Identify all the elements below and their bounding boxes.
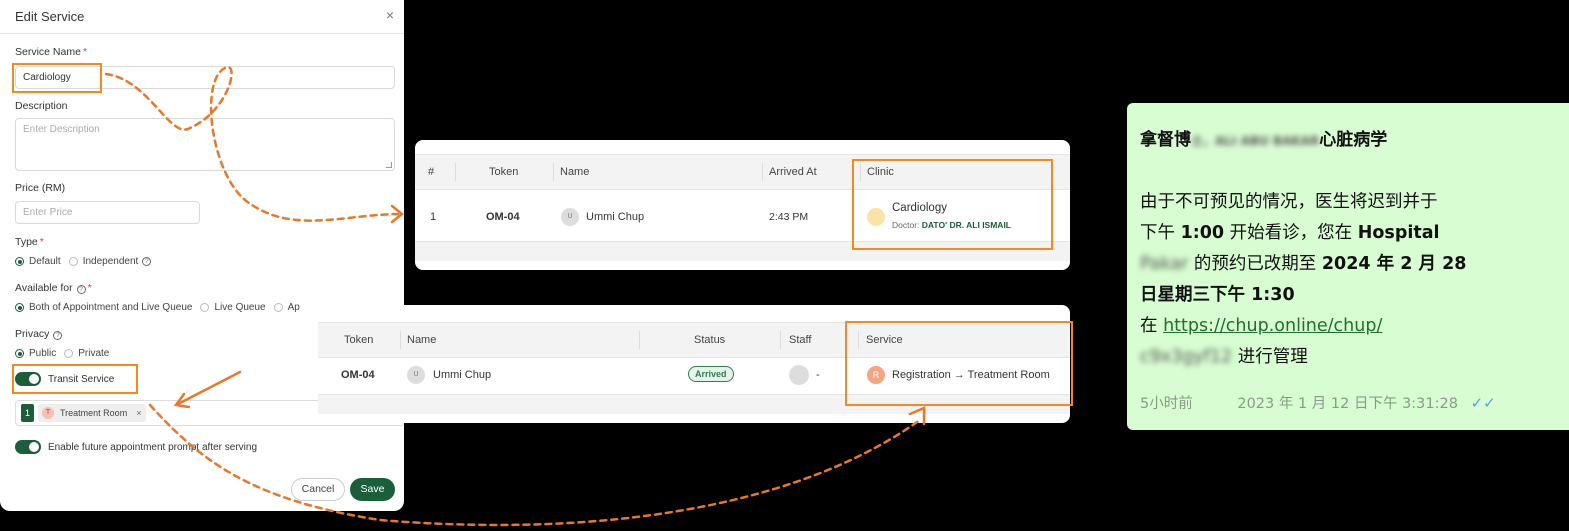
message-title: 拿督博士，ALI ABU BAKAR心脏病学 [1140,130,1388,150]
future-prompt-toggle[interactable] [15,440,41,454]
radio-icon[interactable] [200,303,210,312]
type-option-default[interactable]: Default [15,256,61,267]
available-option-appointment[interactable]: Ap [273,302,300,313]
privacy-label: Privacy? [15,328,63,340]
time-ago: 5小时前 [1140,396,1193,412]
row-arrived-at: 2:43 PM [769,211,809,223]
col-header-name: Name [407,334,437,346]
col-header-token: Token [344,334,374,346]
row-name[interactable]: Ummi Chup [586,211,644,223]
radio-icon[interactable] [64,349,74,358]
close-icon[interactable]: × [386,7,394,23]
privacy-option-public[interactable]: Public [15,348,56,359]
blurred-hospital: Pakar [1140,254,1189,274]
row-name[interactable]: Ummi Chup [433,369,491,381]
available-radio-group: Both of Appointment and Live Queue Live … [15,302,308,313]
management-link[interactable]: https://chup.online/chup/ [1163,316,1382,336]
save-button[interactable]: Save [350,478,395,501]
price-input[interactable]: Enter Price [15,201,200,224]
chip-label: Treatment Room [60,408,128,418]
service-avatar: T [42,407,54,419]
avatar: U [407,366,425,384]
service-name-label: Service Name * [15,46,88,58]
help-icon[interactable]: ? [53,331,63,340]
header-divider [0,33,404,34]
blurred-link-suffix: c9x3gyf12 [1140,347,1233,367]
column-divider [762,163,763,181]
avatar: U [561,208,579,226]
chip-remove-icon[interactable]: × [136,408,141,418]
highlight-service-name [12,63,102,93]
type-label: Type * [15,236,44,248]
col-header-staff: Staff [789,334,812,346]
price-label: Price (RM) [15,182,66,194]
help-icon[interactable]: ? [76,285,86,294]
privacy-option-private[interactable]: Private [64,348,109,359]
radio-checked-icon[interactable] [15,303,24,312]
col-header-index: # [428,166,435,178]
row-token: OM-04 [486,211,520,223]
status-badge: Arrived [688,366,734,382]
chip-order-index: 1 [21,404,34,422]
row-token: OM-04 [341,369,375,381]
radio-checked-icon[interactable] [15,257,24,266]
highlight-clinic-column [852,159,1053,250]
column-divider [400,331,401,349]
column-divider [553,163,554,181]
chat-message-bubble: 拿督博士，ALI ABU BAKAR心脏病学 由于不可预见的情况，医生将迟到并于… [1127,103,1569,430]
available-for-label: Available for? * [15,282,92,294]
message-body: 由于不可预见的情况，医生将迟到并于 下午 1:00 开始看诊，您在 Hospit… [1140,187,1530,373]
type-radio-group: Default Independent? [15,256,159,267]
double-check-icon: ✓✓ [1470,394,1496,412]
col-header-arrived-at: Arrived At [769,166,817,178]
available-option-both[interactable]: Both of Appointment and Live Queue [15,302,192,313]
description-placeholder: Enter Description [23,124,100,135]
col-header-status: Status [694,334,726,346]
type-option-independent[interactable]: Independent? [68,256,152,267]
available-option-live-queue[interactable]: Live Queue [200,302,266,313]
highlight-transit-service [12,364,138,394]
column-divider [455,163,456,181]
message-timestamp: 2023 年 1 月 12 日下午 3:31:28 [1237,396,1458,412]
message-footer: 5小时前 2023 年 1 月 12 日下午 3:31:28 ✓✓ [1140,392,1496,413]
radio-icon[interactable] [68,257,78,266]
cancel-button[interactable]: Cancel [291,478,345,501]
description-label: Description [15,100,68,112]
resize-handle-icon[interactable] [386,162,392,168]
col-header-token: Token [489,166,519,178]
future-prompt-label: Enable future appointment prompt after s… [48,442,258,453]
column-divider [780,331,781,349]
radio-icon[interactable] [273,303,283,312]
blurred-name: 士，ALI ABU BAKAR [1191,134,1320,148]
treatment-room-chip: T Treatment Room × [38,404,147,422]
help-icon[interactable]: ? [142,257,152,266]
description-textarea[interactable]: Enter Description [15,118,395,171]
staff-avatar [789,365,809,385]
highlight-service-column [845,321,1073,406]
radio-checked-icon[interactable] [15,349,24,358]
row-staff: - [816,369,820,381]
modal-title: Edit Service [15,9,85,24]
column-divider [639,331,640,349]
row-index: 1 [430,211,437,223]
col-header-name: Name [560,166,590,178]
privacy-radio-group: Public Private [15,348,117,359]
